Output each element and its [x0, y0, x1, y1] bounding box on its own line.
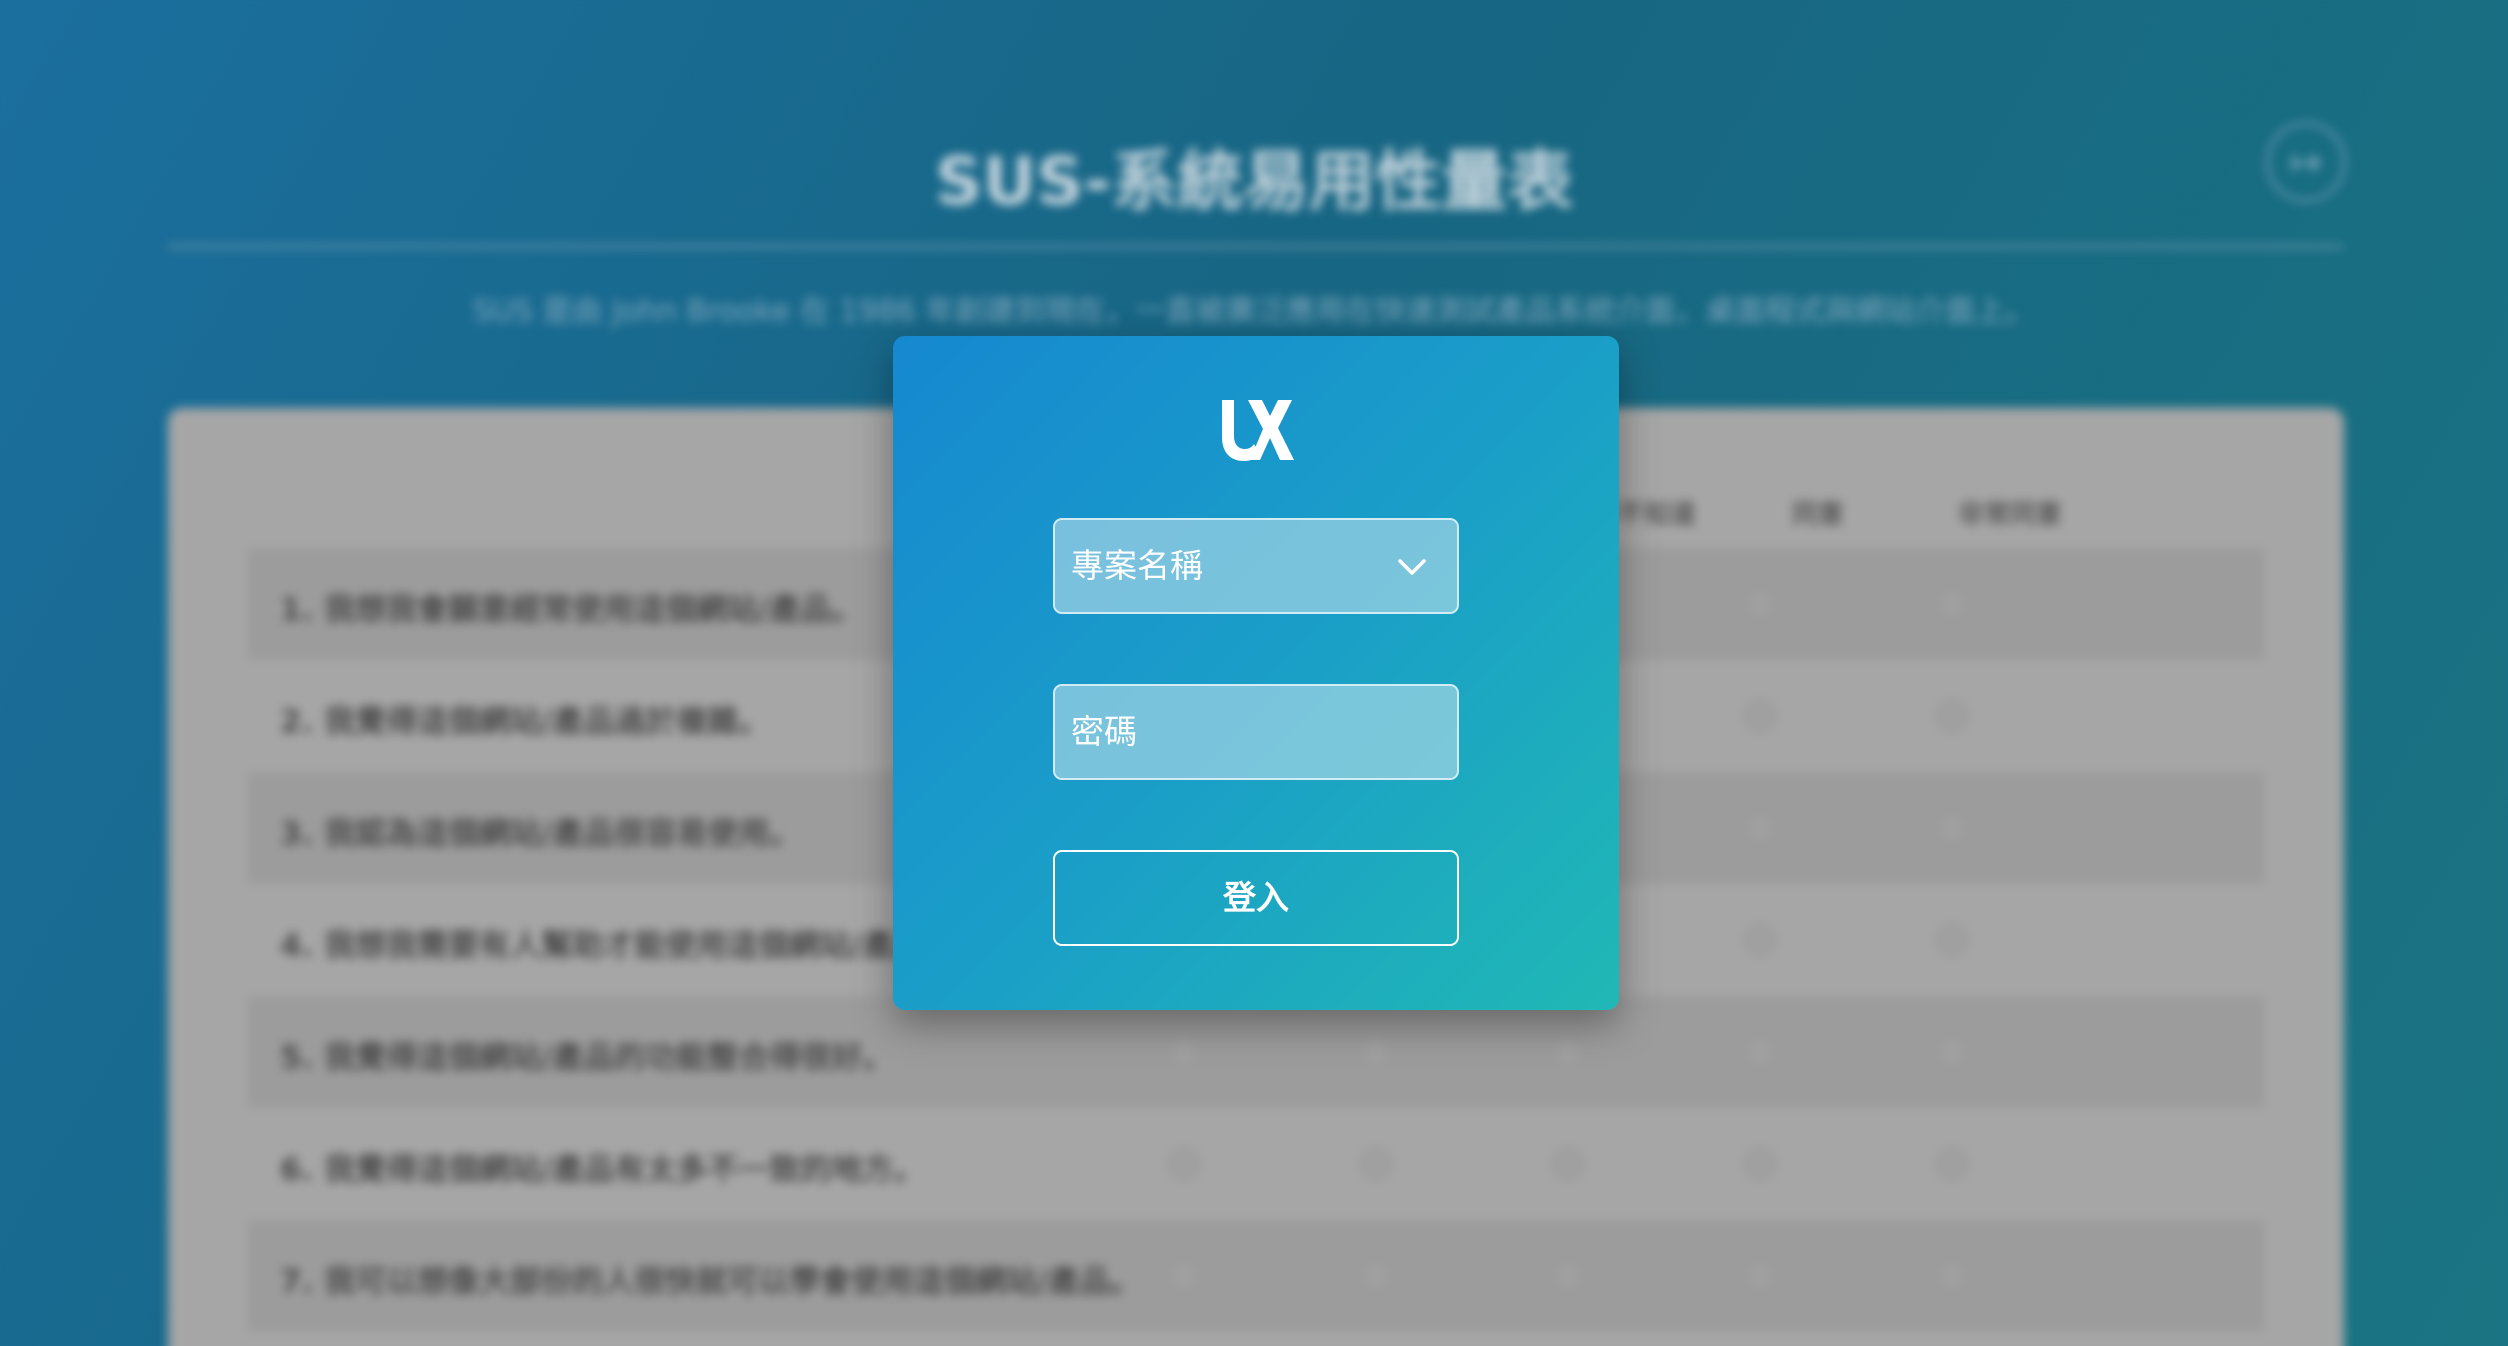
ux-logo	[1222, 400, 1294, 461]
radio-option	[1936, 700, 1968, 732]
title-divider	[168, 245, 2344, 248]
column-header-strongly-agree: 非常同意	[1957, 500, 2062, 530]
page-title: SUS-系統易用性量表	[934, 143, 1574, 220]
question-text: 3. 我認為這個網站/產品很容易使用。	[280, 816, 801, 852]
radio-option	[1552, 1260, 1584, 1292]
radio-option	[1936, 1036, 1968, 1068]
radio-option	[1744, 924, 1776, 956]
question-row: 6. 我覺得這個網站/產品有太多不一致的地方。	[248, 1108, 2264, 1220]
radio-option	[1936, 1260, 1968, 1292]
question-row: 5. 我覺得這個網站/產品的功能整合得很好。	[248, 996, 2264, 1108]
page-subtitle: SUS 是由 John Brooke 在 1986 年創建到現在，一直被廣泛應用…	[472, 294, 2036, 329]
radio-option	[1360, 1036, 1392, 1068]
chevron-down-icon	[1398, 559, 1426, 575]
radio-option	[1552, 1148, 1584, 1180]
radio-option	[1936, 812, 1968, 844]
radio-option	[1936, 1148, 1968, 1180]
password-field[interactable]: 密碼	[1053, 684, 1459, 780]
question-text: 6. 我覺得這個網站/產品有太多不一致的地方。	[280, 1152, 925, 1188]
question-row: 7. 我可以想像大部份的人很快就可以學會使用這個網站/產品。	[248, 1220, 2264, 1332]
logout-icon: ↦	[2266, 122, 2346, 202]
project-select-label: 專案名稱	[1071, 546, 1203, 585]
radio-option	[1168, 1148, 1200, 1180]
radio-option	[1936, 924, 1968, 956]
radio-option	[1744, 1148, 1776, 1180]
question-text: 4. 我想我需要有人幫助才能使用這個網站/產品。	[280, 928, 956, 964]
radio-option	[1936, 588, 1968, 620]
question-text: 1. 我想我會願意經常使用這個網站/產品。	[280, 592, 863, 628]
project-select[interactable]: 專案名稱	[1053, 518, 1459, 614]
radio-option	[1360, 1260, 1392, 1292]
radio-option	[1744, 588, 1776, 620]
radio-option	[1744, 1260, 1776, 1292]
radio-option	[1552, 1036, 1584, 1068]
radio-option	[1168, 1260, 1200, 1292]
radio-option	[1744, 700, 1776, 732]
radio-option	[1168, 1036, 1200, 1068]
password-placeholder: 密碼	[1071, 712, 1137, 751]
radio-option	[1360, 1148, 1392, 1180]
login-modal: 專案名稱 密碼 登入	[893, 336, 1619, 1010]
radio-option	[1744, 1036, 1776, 1068]
question-text: 2. 我覺得這個網站/產品過於複雜。	[280, 704, 770, 740]
login-button[interactable]: 登入	[1053, 850, 1459, 946]
radio-option	[1744, 812, 1776, 844]
question-text: 5. 我覺得這個網站/產品的功能整合得很好。	[280, 1040, 894, 1076]
question-text: 7. 我可以想像大部份的人很快就可以學會使用這個網站/產品。	[280, 1264, 1142, 1300]
